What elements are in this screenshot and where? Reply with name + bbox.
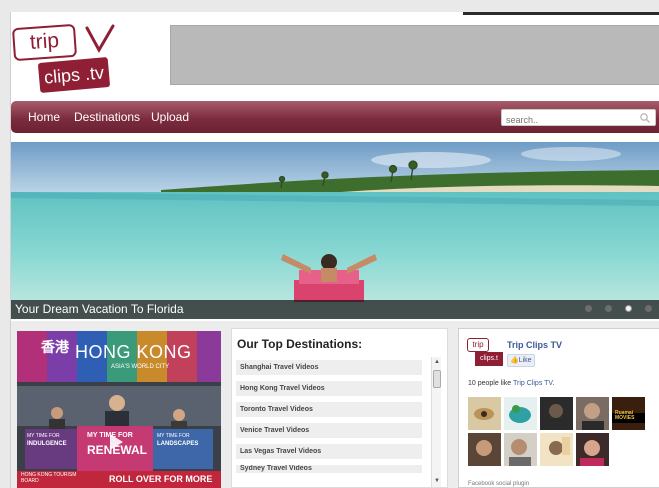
facebook-like-button[interactable]: 👍Like [507,354,535,367]
avatar[interactable] [576,397,609,430]
ad-subtitle: ASIA'S WORLD CITY [111,364,170,370]
beach-photo [11,142,659,319]
facebook-like-count: 10 people like Trip Clips TV. [468,380,554,387]
destinations-scrollbar[interactable]: ▲ ▼ [431,357,441,487]
list-item[interactable]: Venice Travel Videos [236,423,422,438]
avatar[interactable] [540,433,573,466]
like-count-text: 10 people like [468,380,514,387]
avatar[interactable] [504,433,537,466]
like-label: Like [518,357,532,364]
ad-panel-right-top: MY TIME FOR [157,433,190,439]
ad-panel-left-top: MY TIME FOR [27,433,60,439]
banner-ad-placeholder[interactable] [170,25,659,85]
ad-panel-mid-top: MY TIME FOR [87,432,133,439]
search-input[interactable] [502,112,630,128]
fb-logo-clips: clips.t [475,352,503,366]
search-icon[interactable] [639,112,651,124]
facebook-page-name[interactable]: Trip Clips TV [507,340,562,350]
facebook-like-box: trip clips.t Trip Clips TV 👍Like 10 peop… [458,328,659,488]
list-item[interactable]: Las Vegas Travel Videos [236,444,422,459]
ad-chinese-text: 香港 [41,339,69,355]
list-item[interactable]: Hong Kong Travel Videos [236,381,422,396]
hero-caption: Your Dream Vacation To Florida [15,302,184,316]
tv-antenna-icon [85,24,115,54]
fb-logo-trip: trip [467,338,489,352]
facebook-plugin-note: Facebook social plugin [468,481,530,487]
top-destinations-title: Our Top Destinations: [237,337,363,351]
nav-home[interactable]: Home [28,101,60,133]
avatar[interactable] [576,433,609,466]
main-nav: Home Destinations Upload [11,101,659,133]
ad-panel-left: INDULGENCE [27,441,67,447]
top-strip [463,12,659,15]
scroll-thumb[interactable] [433,370,441,388]
faces-label: Ruamai MOVIES [615,410,635,421]
list-item[interactable]: Shanghai Travel Videos [236,360,422,375]
avatar[interactable] [504,397,537,430]
scroll-down-icon[interactable]: ▼ [433,477,441,485]
ad-panel-mid: RENEWAL [87,443,147,457]
slide-dot-2[interactable] [605,305,612,312]
like-count-link[interactable]: Trip Clips TV [513,380,552,387]
list-item[interactable]: Toronto Travel Videos [236,402,422,417]
avatar[interactable] [540,397,573,430]
logo-trip-text: trip [11,23,78,62]
slide-dot-4[interactable] [645,305,652,312]
search-box [501,109,656,128]
hero-caption-bar: Your Dream Vacation To Florida [11,300,659,319]
ad-board: HONG KONG TOURISM BOARD [21,472,77,484]
destinations-list: Shanghai Travel Videos Hong Kong Travel … [236,360,422,479]
facebook-page-avatar[interactable]: trip clips.t [467,338,503,368]
page-frame: trip clips .tv Home Destinations Upload [10,12,659,488]
site-logo[interactable]: trip clips .tv [11,23,123,94]
like-count-end: . [552,380,555,387]
nav-destinations[interactable]: Destinations [74,101,140,133]
ad-panel-right: LANDSCAPES [157,441,199,447]
logo-clips-text: clips .tv [37,57,111,93]
list-item[interactable]: Sydney Travel Videos [236,465,422,473]
hero-slideshow[interactable]: Your Dream Vacation To Florida [11,142,659,319]
slide-dot-3[interactable] [625,305,632,312]
ad-title: HONG KONG [75,342,192,362]
scroll-up-icon[interactable]: ▲ [433,358,441,366]
avatar[interactable] [468,433,501,466]
hong-kong-ad[interactable]: 香港 HONG KONG ASIA'S WORLD CITY MY TIME F… [17,331,221,488]
slide-dot-1[interactable] [585,305,592,312]
thumbs-up-icon: 👍 [510,357,519,364]
nav-upload[interactable]: Upload [151,101,189,133]
avatar[interactable] [468,397,501,430]
top-destinations-panel: Our Top Destinations: Shanghai Travel Vi… [231,328,448,488]
ad-cta[interactable]: ROLL OVER FOR MORE [109,474,212,484]
